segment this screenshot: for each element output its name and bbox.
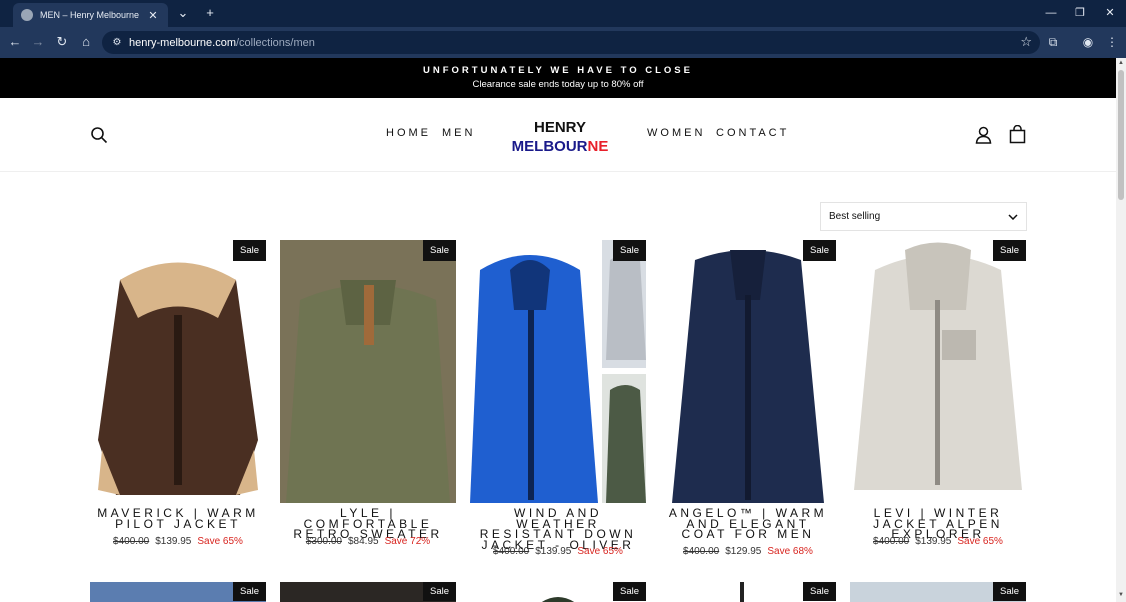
product-card[interactable]: Sale xyxy=(850,582,1026,602)
url-text: henry-melbourne.com/collections/men xyxy=(129,36,315,49)
sale-price: $129.95 xyxy=(725,546,762,557)
minimize-icon[interactable]: — xyxy=(1041,4,1061,22)
product-image[interactable]: Sale xyxy=(660,240,836,503)
bookmark-star-icon[interactable]: ☆ xyxy=(1020,34,1032,50)
restore-icon[interactable]: ❐ xyxy=(1070,4,1090,22)
price-line: $400.00 $139.95 Save 65% xyxy=(850,536,1026,547)
product-card[interactable]: Sale xyxy=(280,582,456,602)
menu-icon[interactable]: ⋮ xyxy=(1103,33,1121,51)
old-price: $400.00 xyxy=(873,536,910,547)
product-card[interactable]: Sale xyxy=(90,582,266,602)
site-header: HOME MEN HENRY MELBOURNE WOMEN CONTACT xyxy=(0,98,1116,172)
announcement-subtitle: Clearance sale ends today up to 80% off xyxy=(472,79,644,90)
nav-men[interactable]: MEN xyxy=(442,127,475,139)
site-logo[interactable]: HENRY MELBOURNE xyxy=(510,118,610,156)
sale-badge: Sale xyxy=(802,582,836,601)
save-percent: Save 68% xyxy=(767,546,813,557)
product-card[interactable]: Sale xyxy=(470,582,646,602)
extensions-icon[interactable]: ⧉ xyxy=(1044,33,1062,51)
sale-badge: Sale xyxy=(422,582,456,601)
profile-icon[interactable]: ◉ xyxy=(1079,33,1097,51)
scroll-up-icon[interactable]: ▲ xyxy=(1117,60,1125,68)
browser-tab-bar: MEN – Henry Melbourne ✕ ⌄ + — ❐ ✕ xyxy=(0,0,1126,27)
site-info-icon[interactable]: ⚙ xyxy=(110,36,124,50)
announcement-bar: UNFORTUNATELY WE HAVE TO CLOSE Clearance… xyxy=(0,58,1116,98)
reload-icon[interactable]: ↻ xyxy=(53,33,71,51)
product-image[interactable]: Sale xyxy=(850,240,1026,503)
cart-icon[interactable] xyxy=(1009,125,1026,144)
page-viewport: UNFORTUNATELY WE HAVE TO CLOSE Clearance… xyxy=(0,58,1116,602)
product-image[interactable]: Sale xyxy=(470,240,646,503)
price-line: $400.00 $129.95 Save 68% xyxy=(660,546,836,557)
product-title[interactable]: WIND AND WEATHER RESISTANT DOWN JACKET -… xyxy=(470,507,646,551)
product-image[interactable]: Sale xyxy=(90,240,266,503)
page-scrollbar[interactable]: ▲ ▼ xyxy=(1116,58,1126,602)
nav-women[interactable]: WOMEN xyxy=(647,127,705,139)
scrollbar-thumb[interactable] xyxy=(1118,70,1124,200)
sale-price: $139.95 xyxy=(915,536,952,547)
address-bar[interactable]: ⚙ henry-melbourne.com/collections/men ☆ xyxy=(102,31,1040,54)
nav-contact[interactable]: CONTACT xyxy=(716,127,789,139)
forward-icon[interactable]: → xyxy=(29,33,47,51)
old-price: $400.00 xyxy=(493,546,530,557)
save-percent: Save 65% xyxy=(577,546,623,557)
price-line: $400.00 $139.95 Save 65% xyxy=(90,536,266,547)
price-line: $300.00 $84.95 Save 72% xyxy=(280,536,456,547)
announcement-title: UNFORTUNATELY WE HAVE TO CLOSE xyxy=(423,65,693,76)
sale-badge: Sale xyxy=(232,582,266,601)
home-icon[interactable]: ⌂ xyxy=(77,33,95,51)
product-image[interactable]: Sale xyxy=(280,240,456,503)
favicon-icon xyxy=(21,9,33,21)
chevron-down-icon xyxy=(1008,213,1018,220)
tab-close-icon[interactable]: ✕ xyxy=(146,9,160,22)
sale-badge: Sale xyxy=(232,240,266,261)
product-card[interactable]: Sale xyxy=(660,582,836,602)
sale-badge: Sale xyxy=(422,240,456,261)
save-percent: Save 65% xyxy=(197,536,243,547)
old-price: $300.00 xyxy=(305,536,342,547)
sale-badge: Sale xyxy=(992,240,1026,261)
sale-price: $139.95 xyxy=(535,546,572,557)
sale-badge: Sale xyxy=(802,240,836,261)
browser-tab[interactable]: MEN – Henry Melbourne ✕ xyxy=(13,3,168,27)
product-title[interactable]: MAVERICK | WARM PILOT JACKET xyxy=(90,507,266,530)
account-icon[interactable] xyxy=(975,126,992,144)
sale-price: $139.95 xyxy=(155,536,192,547)
close-window-icon[interactable]: ✕ xyxy=(1100,4,1120,22)
sale-price: $84.95 xyxy=(347,536,379,547)
sale-badge: Sale xyxy=(992,582,1026,601)
product-title[interactable]: ANGELO™ | WARM AND ELEGANT COAT FOR MEN xyxy=(660,507,836,540)
new-tab-icon[interactable]: + xyxy=(201,4,219,22)
save-percent: Save 72% xyxy=(384,536,431,547)
back-icon[interactable]: ← xyxy=(6,33,24,51)
old-price: $400.00 xyxy=(683,546,720,557)
tab-title: MEN – Henry Melbourne xyxy=(40,10,140,20)
product-title[interactable]: LYLE | COMFORTABLE RETRO SWEATER xyxy=(280,507,456,540)
sort-select[interactable]: Best selling xyxy=(820,202,1027,231)
scroll-down-icon[interactable]: ▼ xyxy=(1117,592,1125,600)
sale-badge: Sale xyxy=(612,240,646,261)
old-price: $400.00 xyxy=(113,536,150,547)
browser-toolbar: ← → ↻ ⌂ ⚙ henry-melbourne.com/collection… xyxy=(0,27,1126,58)
sort-selected-value: Best selling xyxy=(829,211,881,222)
nav-home[interactable]: HOME xyxy=(386,127,431,139)
price-line: $400.00 $139.95 Save 65% xyxy=(470,546,646,557)
save-percent: Save 65% xyxy=(957,536,1003,547)
product-title[interactable]: LEVI | WINTER JACKET ALPEN EXPLORER xyxy=(850,507,1026,540)
search-icon[interactable] xyxy=(90,126,108,144)
sale-badge: Sale xyxy=(612,582,646,601)
tab-search-icon[interactable]: ⌄ xyxy=(174,4,192,22)
